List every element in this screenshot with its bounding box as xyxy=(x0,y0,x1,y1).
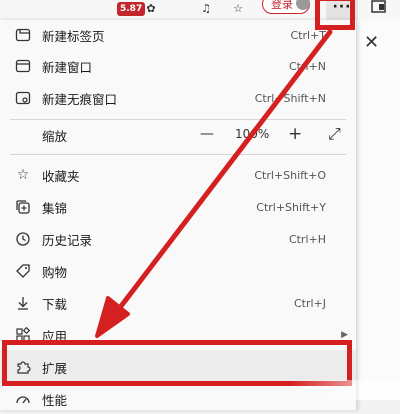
fullscreen-icon[interactable]: ⤢ xyxy=(328,124,341,144)
zoom-out-button[interactable]: — xyxy=(200,126,214,142)
menu-item-label: 性能 xyxy=(42,392,68,408)
zoom-control: — 100% + ⤢ xyxy=(200,120,350,150)
menu-item-shopping[interactable]: 购物 xyxy=(0,256,356,286)
menu-item-label: 购物 xyxy=(42,264,68,280)
menu-item-label: 集锦 xyxy=(42,200,68,216)
window-icon xyxy=(14,57,32,75)
shortcut-label: Ctrl+Shift+O xyxy=(254,168,326,182)
menu-item-new-window[interactable]: 新建窗口 Ctrl+N xyxy=(0,51,356,81)
chevron-right-icon: ▶ xyxy=(341,330,348,340)
collections-icon xyxy=(14,198,32,216)
menu-item-label: 新建无痕窗口 xyxy=(42,91,118,107)
shortcut-label: Ctrl+N xyxy=(288,59,326,73)
music-icon[interactable]: ♫ xyxy=(198,0,214,16)
performance-icon xyxy=(14,390,32,408)
menu-item-collections[interactable]: 集锦 Ctrl+Shift+Y xyxy=(0,192,356,222)
badge-count: 5.87 xyxy=(117,2,146,16)
menu-item-label: 缩放 xyxy=(42,128,68,144)
menu-item-history[interactable]: 历史记录 Ctrl+H xyxy=(0,224,356,254)
shortcut-label: Ctrl+Shift+N xyxy=(254,91,326,105)
shortcut-label: Ctrl+J xyxy=(293,296,326,310)
menu-item-label: 新建窗口 xyxy=(42,59,93,75)
extension-puzzle-icon[interactable]: ✿ xyxy=(143,0,159,16)
menu-item-new-inprivate[interactable]: 新建无痕窗口 Ctrl+Shift+N xyxy=(0,83,356,113)
menu-item-label: 下载 xyxy=(42,296,68,312)
favorites-list-icon[interactable]: ☆ xyxy=(230,0,246,16)
shopping-tag-icon xyxy=(14,262,32,280)
inprivate-icon xyxy=(14,89,32,107)
highlight-box-more xyxy=(315,0,355,30)
history-icon xyxy=(14,230,32,248)
sidebar-toggle-icon[interactable] xyxy=(370,0,388,15)
menu-item-favorites[interactable]: ☆ 收藏夹 Ctrl+Shift+O xyxy=(0,160,356,190)
zoom-level: 100% xyxy=(235,127,270,141)
favorites-icon: ☆ xyxy=(16,167,30,183)
page-background xyxy=(355,20,400,400)
divider xyxy=(10,154,346,155)
menu-item-downloads[interactable]: 下载 Ctrl+J xyxy=(0,288,356,318)
shortcut-label: Ctrl+H xyxy=(288,232,326,246)
watermark xyxy=(290,380,400,400)
download-icon xyxy=(14,294,32,312)
menu-item-label: 历史记录 xyxy=(42,232,93,248)
menu-item-label: 收藏夹 xyxy=(42,168,80,184)
close-icon[interactable]: ✕ xyxy=(364,32,379,53)
shortcut-label: Ctrl+T xyxy=(290,28,326,42)
zoom-in-button[interactable]: + xyxy=(288,124,302,144)
new-tab-icon xyxy=(14,26,32,44)
menu-item-zoom: 缩放 — 100% + ⤢ xyxy=(0,120,356,150)
menu-item-new-tab[interactable]: 新建标签页 Ctrl+T xyxy=(0,20,356,50)
menu-item-label: 新建标签页 xyxy=(42,28,105,44)
shortcut-label: Ctrl+Shift+Y xyxy=(256,200,326,214)
